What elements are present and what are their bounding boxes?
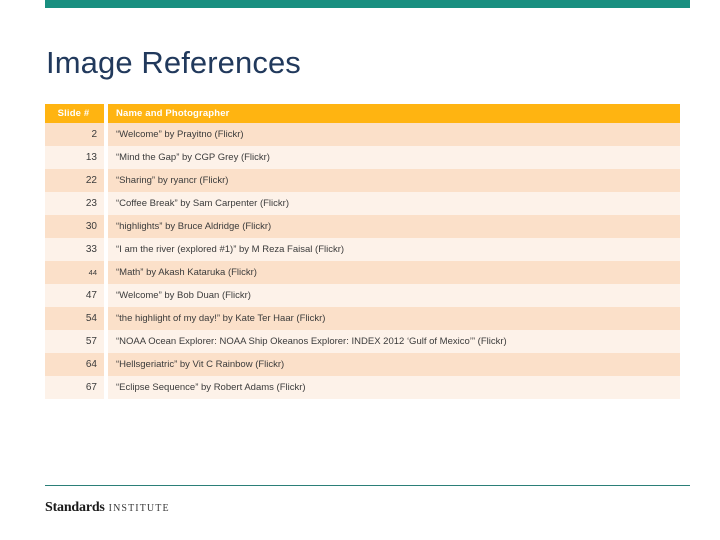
table-row: 13 “Mind the Gap” by CGP Grey (Flickr) <box>45 146 680 169</box>
table-row: 2 “Welcome” by Prayitno (Flickr) <box>45 123 680 146</box>
table-row: 47 “Welcome” by Bob Duan (Flickr) <box>45 284 680 307</box>
cell-name-photographer: “the highlight of my day!” by Kate Ter H… <box>108 307 680 330</box>
table-row: 30 “highlights” by Bruce Aldridge (Flickr… <box>45 215 680 238</box>
logo-secondary-text: INSTITUTE <box>108 503 170 514</box>
cell-slide-number: 33 <box>45 238 104 261</box>
table-row: 33 “I am the river (explored #1)” by M Re… <box>45 238 680 261</box>
cell-slide-number: 30 <box>45 215 104 238</box>
column-header-slide-number: Slide # <box>45 104 104 123</box>
slide-canvas: { "slide": { "title": "Image References"… <box>0 0 720 540</box>
table-row: 57 “NOAA Ocean Explorer: NOAA Ship Okeano… <box>45 330 680 353</box>
table-body: 2 “Welcome” by Prayitno (Flickr) 13 “Mind t… <box>45 123 680 399</box>
cell-name-photographer: “NOAA Ocean Explorer: NOAA Ship Okeanos … <box>108 330 680 353</box>
cell-name-photographer: “Welcome” by Prayitno (Flickr) <box>108 123 680 146</box>
table-row: 54 “the highlight of my day!” by Kate Ter… <box>45 307 680 330</box>
table-row: 23 “Coffee Break” by Sam Carpenter (Flick… <box>45 192 680 215</box>
table-header: Slide # Name and Photographer <box>45 104 680 123</box>
table-header-row: Slide # Name and Photographer <box>45 104 680 123</box>
cell-slide-number: 67 <box>45 376 104 399</box>
page-title: Image References <box>46 45 301 80</box>
cell-name-photographer: “Coffee Break” by Sam Carpenter (Flickr) <box>108 192 680 215</box>
cell-slide-number: 23 <box>45 192 104 215</box>
table-row: 22 “Sharing” by ryancr (Flickr) <box>45 169 680 192</box>
cell-slide-number: 13 <box>45 146 104 169</box>
cell-name-photographer: “highlights” by Bruce Aldridge (Flickr) <box>108 215 680 238</box>
footer-divider <box>45 485 690 486</box>
cell-name-photographer: “Eclipse Sequence” by Robert Adams (Flic… <box>108 376 680 399</box>
cell-slide-number: 22 <box>45 169 104 192</box>
table-row: 64 “Hellsgeriatric” by Vit C Rainbow (Fli… <box>45 353 680 376</box>
cell-slide-number: 54 <box>45 307 104 330</box>
top-accent-bar <box>45 0 690 8</box>
logo-primary-text: Standards <box>45 500 105 515</box>
cell-name-photographer: “Hellsgeriatric” by Vit C Rainbow (Flick… <box>108 353 680 376</box>
cell-name-photographer: “I am the river (explored #1)” by M Reza… <box>108 238 680 261</box>
table-row: 44 “Math” by Akash Kataruka (Flickr) <box>45 261 680 284</box>
image-references-table: Slide # Name and Photographer 2 “Welcome”… <box>45 104 680 399</box>
column-header-name-photographer: Name and Photographer <box>108 104 680 123</box>
cell-slide-number: 2 <box>45 123 104 146</box>
cell-slide-number: 47 <box>45 284 104 307</box>
cell-name-photographer: “Mind the Gap” by CGP Grey (Flickr) <box>108 146 680 169</box>
cell-slide-number: 57 <box>45 330 104 353</box>
cell-name-photographer: “Sharing” by ryancr (Flickr) <box>108 169 680 192</box>
cell-name-photographer: “Math” by Akash Kataruka (Flickr) <box>108 261 680 284</box>
cell-name-photographer: “Welcome” by Bob Duan (Flickr) <box>108 284 680 307</box>
cell-slide-number: 64 <box>45 353 104 376</box>
footer-logo: Standards INSTITUTE <box>45 500 170 518</box>
table-row: 67 “Eclipse Sequence” by Robert Adams (Fl… <box>45 376 680 399</box>
cell-slide-number: 44 <box>45 261 104 284</box>
